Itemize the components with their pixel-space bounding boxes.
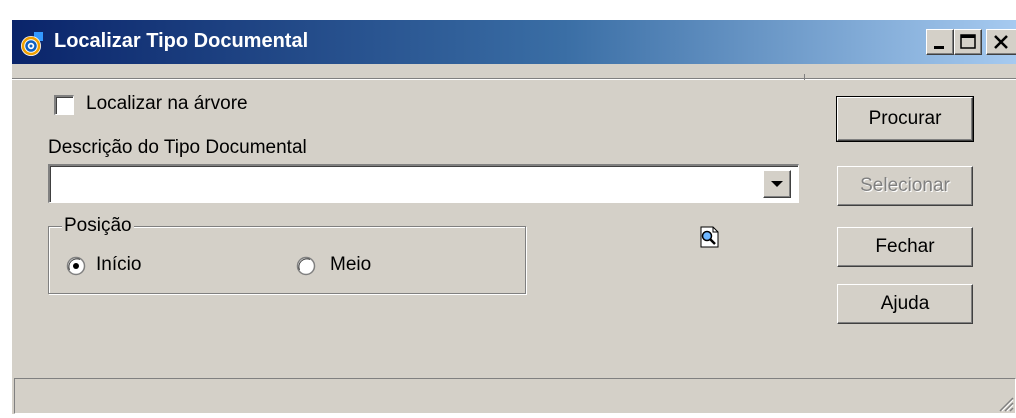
minimize-icon <box>934 46 944 49</box>
title-bar[interactable]: Localizar Tipo Documental <box>12 20 1016 64</box>
radio-meio[interactable] <box>296 256 316 276</box>
radio-inicio[interactable] <box>66 256 86 276</box>
radio-inicio-label: Início <box>96 254 142 275</box>
chevron-down-icon <box>771 181 783 187</box>
locate-in-tree-label: Localizar na árvore <box>86 93 248 114</box>
select-button[interactable]: Selecionar <box>837 166 973 206</box>
menu-divider <box>804 74 805 80</box>
status-bar <box>14 378 1016 414</box>
help-button[interactable]: Ajuda <box>837 284 973 324</box>
minimize-button[interactable] <box>926 29 954 55</box>
close-button[interactable]: Fechar <box>837 227 973 267</box>
description-label: Descrição do Tipo Documental <box>48 137 307 158</box>
description-combobox[interactable] <box>48 164 799 203</box>
maximize-icon <box>960 34 976 49</box>
locate-in-tree-checkbox[interactable] <box>54 95 74 115</box>
radio-meio-label: Meio <box>330 254 372 275</box>
resize-grip-icon[interactable] <box>994 392 1014 412</box>
window-title: Localizar Tipo Documental <box>54 30 309 52</box>
find-document-icon[interactable] <box>697 225 723 249</box>
combo-dropdown-button[interactable] <box>763 170 791 198</box>
search-button[interactable]: Procurar <box>836 96 974 142</box>
maximize-button[interactable] <box>954 29 982 55</box>
menu-separator <box>12 78 1016 80</box>
app-swirl-icon <box>18 30 48 58</box>
close-window-button[interactable] <box>986 29 1016 55</box>
position-legend: Posição <box>62 215 134 237</box>
dialog-window: Localizar Tipo Documental Localizar na á… <box>12 20 1016 414</box>
close-icon <box>994 35 1008 49</box>
